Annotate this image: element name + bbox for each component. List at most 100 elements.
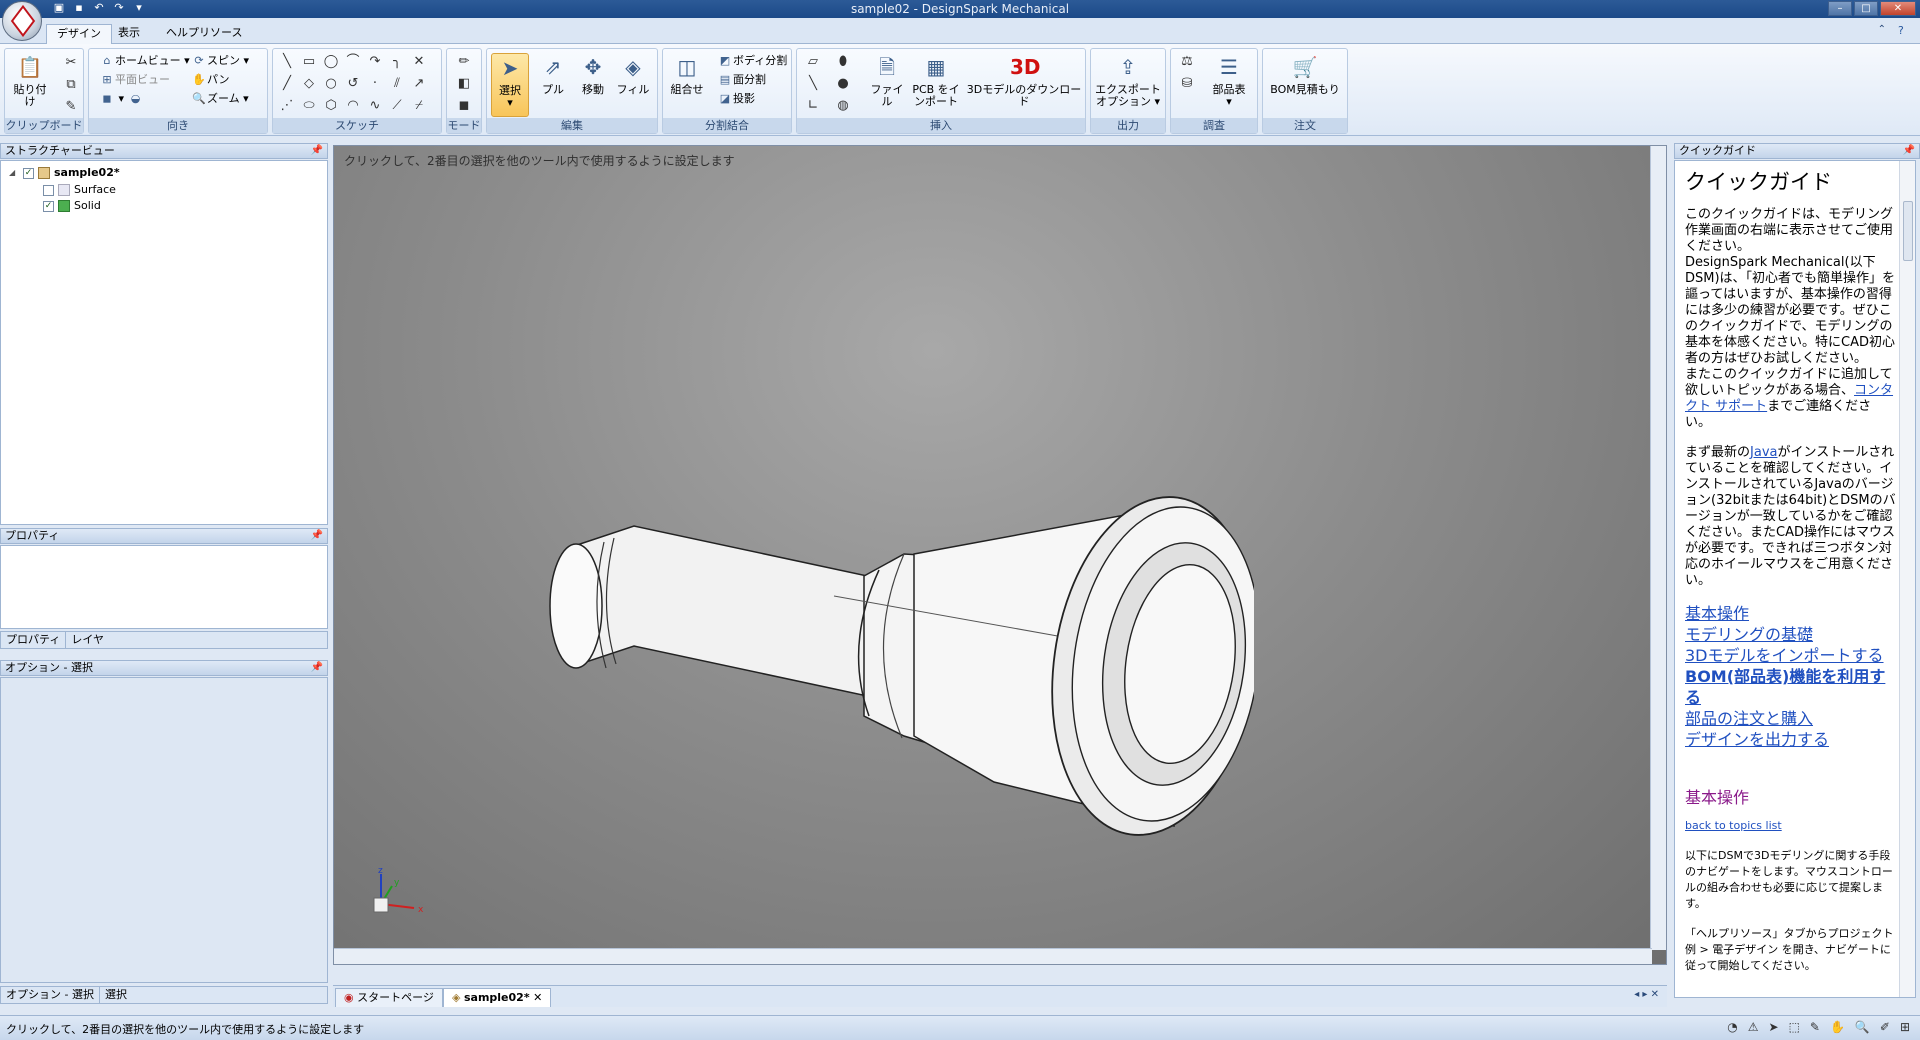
line-icon[interactable]: ╲ <box>277 52 297 72</box>
zoom-button[interactable]: 🔍ズーム ▾ <box>191 90 249 108</box>
project-button[interactable]: ◪ 投影 <box>717 90 755 108</box>
viewport-horizontal-scrollbar[interactable] <box>334 948 1652 964</box>
pan-button[interactable]: ✋パン <box>191 71 229 89</box>
doc-tab-start-page[interactable]: ◉ スタートページ <box>335 988 443 1007</box>
minimize-button[interactable]: – <box>1828 1 1852 16</box>
section-mode-icon[interactable]: ◧ <box>454 74 474 94</box>
bend-icon[interactable]: ⟋ <box>387 96 407 116</box>
tab-options-select[interactable]: オプション - 選択 <box>1 987 99 1003</box>
offset-icon[interactable]: ⫽ <box>387 74 407 94</box>
plan-view-button[interactable]: ⊞ 平面ビュー <box>99 71 170 89</box>
java-link[interactable]: Java <box>1750 445 1777 460</box>
doc-tab-sample02[interactable]: ◈ sample02* ✕ <box>443 988 552 1007</box>
3d-mode-icon[interactable]: ◼ <box>454 96 474 116</box>
tab-design[interactable]: デザイン <box>46 24 112 44</box>
download-3d-model-button[interactable]: 3D 3Dモデルのダウンロード <box>965 53 1083 108</box>
tab-layers[interactable]: レイヤ <box>65 632 109 648</box>
spline-icon[interactable]: ∿ <box>365 96 385 116</box>
three-point-rect-icon[interactable]: ◇ <box>299 74 319 94</box>
tree-root[interactable]: ◢ ✓ sample02* <box>9 165 120 181</box>
pin-icon[interactable]: 📌 <box>311 529 323 543</box>
axis-icon[interactable]: ╲ <box>803 74 823 94</box>
bom-quote-button[interactable]: 🛒 BOM見積もり <box>1267 53 1343 96</box>
fill-tool-button[interactable]: ◈ フィル <box>615 53 651 96</box>
topic-link-import[interactable]: 3Dモデルをインポートする <box>1685 645 1897 666</box>
spin-button[interactable]: ⟳ スピン ▾ <box>191 52 249 70</box>
info-icon[interactable]: ◔ <box>1727 1020 1737 1034</box>
scrollbar-thumb[interactable] <box>1903 201 1913 261</box>
topic-link-basics[interactable]: 基本操作 <box>1685 603 1897 624</box>
tab-properties[interactable]: プロパティ <box>1 632 65 648</box>
select-tool-button[interactable]: ➤ 選択 ▾ <box>491 53 529 117</box>
topic-link-output[interactable]: デザインを出力する <box>1685 729 1897 750</box>
copy-icon[interactable]: ⧉ <box>61 75 81 95</box>
plane-icon[interactable]: ▱ <box>803 52 823 72</box>
zoom-icon[interactable]: 🔍 <box>1855 1020 1870 1034</box>
warning-icon[interactable]: ⚠ <box>1748 1020 1759 1034</box>
select-mode-icon[interactable]: ➤ <box>1769 1020 1779 1034</box>
application-button[interactable] <box>2 1 42 41</box>
visibility-checkbox[interactable]: ✓ <box>43 200 54 212</box>
rectangle-icon[interactable]: ▭ <box>299 52 319 72</box>
tangent-arc-icon[interactable]: ↷ <box>365 52 385 72</box>
pin-icon[interactable]: 📌 <box>311 144 323 158</box>
tab-help-resources[interactable]: ヘルプリソース <box>156 24 252 44</box>
paste-button[interactable]: 📋 貼り付け <box>9 53 51 108</box>
measure-icon[interactable]: ⚖ <box>1177 52 1197 72</box>
quickguide-scrollbar[interactable] <box>1899 161 1915 997</box>
tab-navigation-icons[interactable]: ◂ ▸ ✕ <box>1634 989 1659 1000</box>
close-button[interactable]: ✕ <box>1880 1 1916 16</box>
polygon-icon[interactable]: ⬡ <box>321 96 341 116</box>
tab-select[interactable]: 選択 <box>98 987 132 1003</box>
home-view-button[interactable]: ⌂ ホームビュー ▾ <box>99 52 190 70</box>
topic-link-bom[interactable]: BOM(部品表)機能を利用する <box>1685 666 1897 708</box>
collapse-icon[interactable]: ◢ <box>9 165 19 181</box>
move-tool-button[interactable]: ✥ 移動 <box>575 53 611 96</box>
pin-icon[interactable]: 📌 <box>1903 144 1915 158</box>
help-icon[interactable]: ? <box>1898 24 1912 38</box>
maximize-button[interactable]: □ <box>1854 1 1878 16</box>
origin-icon[interactable]: ∟ <box>803 96 823 116</box>
3d-model[interactable] <box>534 346 1254 866</box>
viewport-vertical-scrollbar[interactable] <box>1650 146 1666 950</box>
format-painter-icon[interactable]: ✎ <box>61 97 81 117</box>
back-to-topics-link[interactable]: back to topics list <box>1685 819 1782 832</box>
fillet-icon[interactable]: ╮ <box>387 52 407 72</box>
pen-icon[interactable]: ✎ <box>1810 1020 1820 1034</box>
grid-icon[interactable]: ⊞ <box>1900 1020 1910 1034</box>
close-tab-icon[interactable]: ✕ <box>533 991 542 1004</box>
split-face-button[interactable]: ▤ 面分割 <box>717 71 766 89</box>
cut-icon[interactable]: ✂ <box>61 53 81 73</box>
topic-link-order[interactable]: 部品の注文と購入 <box>1685 708 1897 729</box>
hand-icon[interactable]: ✋ <box>1830 1020 1845 1034</box>
view-cube-button[interactable]: ◼ ▾ ◒ <box>99 90 144 108</box>
split-line-icon[interactable]: ⌿ <box>409 96 429 116</box>
circle-icon[interactable]: ◯ <box>321 52 341 72</box>
pin-icon[interactable]: 📌 <box>311 661 323 675</box>
box-select-icon[interactable]: ⬚ <box>1789 1020 1800 1034</box>
sweep-arc-icon[interactable]: ↺ <box>343 74 363 94</box>
cylinder-icon[interactable]: ⬮ <box>833 52 853 72</box>
tangent-line-icon[interactable]: ╱ <box>277 74 297 94</box>
combine-button[interactable]: ◫ 組合せ <box>667 53 707 96</box>
minimize-ribbon-icon[interactable]: ⌃ <box>1878 24 1886 35</box>
visibility-checkbox[interactable]: ✓ <box>23 167 34 179</box>
tree-item-surface[interactable]: Surface <box>43 182 116 198</box>
export-options-button[interactable]: ⇪ エクスポート オプション ▾ <box>1093 53 1163 108</box>
tree-item-solid[interactable]: ✓ Solid <box>43 198 101 214</box>
visibility-checkbox[interactable] <box>43 184 54 196</box>
pull-tool-button[interactable]: ⇗ プル <box>535 53 571 96</box>
mass-icon[interactable]: ⛁ <box>1177 74 1197 94</box>
ellipse-icon[interactable]: ⬭ <box>299 96 319 116</box>
extend-icon[interactable]: ↗ <box>409 74 429 94</box>
insert-file-button[interactable]: 🗎 ファイル <box>867 53 907 108</box>
tab-display[interactable]: 表示 <box>108 24 150 44</box>
bom-button[interactable]: ☰ 部品表 ▾ <box>1205 53 1253 108</box>
point-icon[interactable]: · <box>365 74 385 94</box>
topic-link-modeling[interactable]: モデリングの基礎 <box>1685 624 1897 645</box>
component-icon[interactable]: ◍ <box>833 96 853 116</box>
split-body-button[interactable]: ◩ ボディ分割 <box>717 52 787 70</box>
construction-line-icon[interactable]: ⋰ <box>277 96 297 116</box>
sketch-icon[interactable]: ✐ <box>1880 1020 1890 1034</box>
3d-viewport[interactable]: クリックして、2番目の選択を他のツール内で使用するように設定します z y x <box>333 145 1667 965</box>
